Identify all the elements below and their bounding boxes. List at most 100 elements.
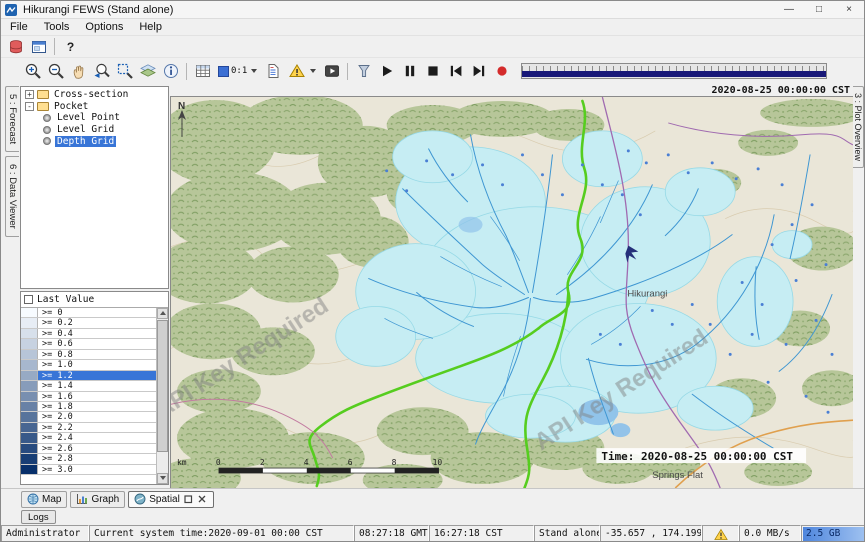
legend-row[interactable]: >= 0.2: [21, 318, 156, 328]
tree-expander-icon[interactable]: -: [25, 102, 34, 111]
data-tree[interactable]: +Cross-section- PocketLevel PointLevel Gr…: [20, 86, 169, 289]
logs-button[interactable]: Logs: [21, 510, 56, 524]
status-warning[interactable]: [702, 525, 739, 542]
title-bar[interactable]: Hikurangi FEWS (Stand alone) — □ ×: [1, 1, 864, 19]
legend-scrollbar[interactable]: [156, 308, 168, 484]
zoom-in-button[interactable]: [21, 61, 44, 82]
zoom-extent-button[interactable]: [113, 61, 136, 82]
legend-row[interactable]: >= 1.2: [21, 371, 156, 381]
tree-item-depth-grid[interactable]: Depth Grid: [21, 135, 168, 147]
tree-item-cross-section[interactable]: +Cross-section: [21, 89, 168, 101]
pan-button[interactable]: [67, 61, 90, 82]
legend-row[interactable]: >= 0.8: [21, 350, 156, 360]
scalebar-unit: km: [177, 458, 187, 467]
legend-color-swatch: [21, 318, 38, 327]
warnings-dropdown[interactable]: [284, 61, 320, 82]
stop-button[interactable]: [421, 61, 444, 82]
pause-button[interactable]: [398, 61, 421, 82]
play-button[interactable]: [375, 61, 398, 82]
tree-expander-icon[interactable]: +: [25, 90, 34, 99]
current-time-label: 2020-08-25 00:00:00 CST: [712, 85, 850, 96]
legend-row[interactable]: >= 0.4: [21, 329, 156, 339]
tree-item-label: Pocket: [52, 101, 90, 112]
scroll-up-button[interactable]: [157, 308, 168, 319]
timeline-slider[interactable]: [521, 63, 827, 79]
profile-button[interactable]: [352, 61, 375, 82]
layers-icon: [139, 62, 157, 80]
zoom-previous-button[interactable]: [90, 61, 113, 82]
legend-row[interactable]: >= 3.0: [21, 465, 156, 475]
legend-row[interactable]: >= 1.4: [21, 381, 156, 391]
timeline-bar[interactable]: [522, 71, 826, 77]
close-button[interactable]: ×: [834, 1, 864, 18]
menu-item-options[interactable]: Options: [77, 20, 131, 34]
tree-item-level-grid[interactable]: Level Grid: [21, 124, 168, 136]
legend-row-label: >= 0.6: [38, 339, 156, 348]
legend-row[interactable]: >= 2.6: [21, 444, 156, 454]
pan-hand-icon: [70, 62, 88, 80]
help-button[interactable]: ?: [59, 36, 82, 57]
legend-row[interactable]: >= 1.0: [21, 360, 156, 370]
legend-row[interactable]: >= 1.8: [21, 402, 156, 412]
maximize-button[interactable]: □: [804, 1, 834, 18]
legend-color-swatch: [21, 350, 38, 359]
tab-graph[interactable]: Graph: [70, 491, 125, 508]
tab-restore-button[interactable]: [183, 494, 194, 505]
grid-scale-dropdown[interactable]: 0:1: [214, 61, 261, 82]
legend-row-label: >= 0.2: [38, 318, 156, 327]
document-button[interactable]: [261, 61, 284, 82]
close-icon: [197, 494, 207, 504]
node-ball-icon: [43, 114, 51, 122]
legend-row[interactable]: >= 0: [21, 308, 156, 318]
last-value-checkbox[interactable]: [24, 295, 33, 304]
legend-row[interactable]: >= 2.4: [21, 433, 156, 443]
status-download-speed: 0.0 MB/s: [739, 525, 801, 542]
svg-text:6: 6: [348, 458, 353, 467]
panel-tab-6-data-viewer[interactable]: 6 : Data Viewer: [5, 156, 19, 237]
map-canvas[interactable]: API Key Required API Key Required Hikura…: [171, 97, 853, 488]
skip-end-icon: [470, 62, 488, 80]
menu-item-file[interactable]: File: [2, 20, 36, 34]
place-label-hikurangi: Hikurangi: [627, 288, 667, 299]
tab-spatial[interactable]: Spatial: [128, 491, 214, 508]
legend-row[interactable]: >= 2.8: [21, 454, 156, 464]
first-frame-button[interactable]: [444, 61, 467, 82]
explorer-window-button[interactable]: [27, 36, 50, 57]
scroll-down-button[interactable]: [157, 473, 168, 484]
legend-row[interactable]: >= 2.2: [21, 423, 156, 433]
legend-row[interactable]: >= 0.6: [21, 339, 156, 349]
tab-close-button[interactable]: [197, 494, 208, 505]
tab-map[interactable]: Map: [21, 491, 67, 508]
zoom-extent-icon: [116, 62, 134, 80]
node-ball-icon: [43, 126, 51, 134]
zoom-out-button[interactable]: [44, 61, 67, 82]
legend-row[interactable]: >= 2.0: [21, 412, 156, 422]
place-label-springs-flat: Springs Flat: [652, 470, 703, 481]
menu-item-tools[interactable]: Tools: [36, 20, 78, 34]
map-view[interactable]: API Key Required API Key Required Hikura…: [170, 96, 853, 488]
minimize-button[interactable]: —: [774, 1, 804, 18]
info-button[interactable]: [159, 61, 182, 82]
status-system-time: Current system time:2020-09-01 00:00 CST: [89, 525, 354, 542]
scrollbar-thumb[interactable]: [157, 320, 168, 452]
database-button[interactable]: [4, 36, 27, 57]
panel-tab-3-plot-overview[interactable]: 3 : Plot Overview: [853, 86, 864, 168]
map-toolbar: 0:1: [1, 58, 864, 84]
tree-item-level-point[interactable]: Level Point: [21, 112, 168, 124]
last-frame-button[interactable]: [467, 61, 490, 82]
legend-row-label: >= 1.0: [38, 360, 156, 369]
movie-button[interactable]: [320, 61, 343, 82]
panel-tab-5-forecast[interactable]: 5 : Forecast: [5, 86, 19, 152]
record-button[interactable]: [490, 61, 513, 82]
legend-color-swatch: [21, 339, 38, 348]
layers-button[interactable]: [136, 61, 159, 82]
zoom-in-icon: [24, 62, 42, 80]
map-time-text: Time: 2020-08-25 00:00:00 CST: [601, 450, 793, 463]
info-icon: [162, 62, 180, 80]
legend-row[interactable]: >= 1.6: [21, 392, 156, 402]
warning-icon: [288, 62, 306, 80]
tree-item-pocket[interactable]: - Pocket: [21, 101, 168, 113]
menu-item-help[interactable]: Help: [131, 20, 170, 34]
legend-color-swatch: [21, 329, 38, 338]
grid-display-button[interactable]: [191, 61, 214, 82]
